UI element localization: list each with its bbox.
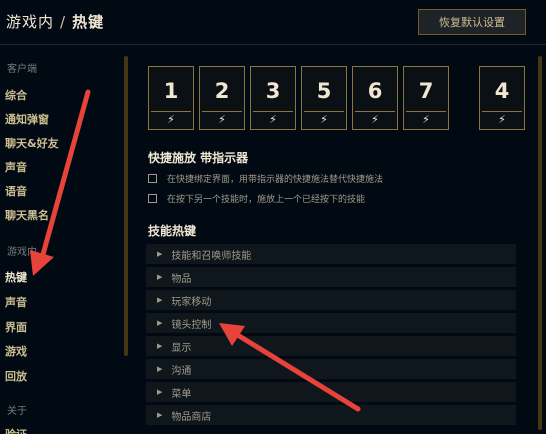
header: 游戏内 / 热键 恢复默认设置 [0, 0, 546, 44]
key-card-2[interactable]: 2 ⚡︎ [199, 66, 245, 130]
breadcrumb-section: 游戏内 [6, 13, 55, 31]
sidebar-section-ingame: 游戏内 [7, 247, 37, 258]
caret-right-icon: ▶ [157, 319, 163, 327]
key-card-6[interactable]: 6 ⚡︎ [352, 66, 398, 130]
key-label: 4 [494, 79, 510, 103]
caret-right-icon: ▶ [157, 365, 163, 373]
category-label: 镜头控制 [171, 319, 212, 331]
sidebar-item-interface[interactable]: 界面 [5, 319, 27, 335]
sidebar-item-game[interactable]: 游戏 [5, 343, 27, 359]
card-divider [151, 111, 191, 112]
sidebar-item-replay[interactable]: 回放 [5, 368, 27, 384]
key-label: 6 [367, 79, 383, 103]
key-label: 5 [316, 79, 332, 103]
category-label: 物品商店 [171, 411, 212, 423]
restore-defaults-button[interactable]: 恢复默认设置 [418, 9, 526, 35]
caret-right-icon: ▶ [157, 250, 163, 258]
sidebar-item-notifications[interactable]: 通知弹窗 [5, 111, 49, 127]
lightning-bolt-icon: ⚡︎ [167, 113, 175, 126]
caret-right-icon: ▶ [157, 388, 163, 396]
category-item-shop[interactable]: ▶ 物品商店 [146, 405, 516, 425]
key-label: 7 [418, 79, 434, 103]
sidebar-item-hotkeys[interactable]: 热键 [5, 269, 27, 285]
key-card-7[interactable]: 7 ⚡︎ [403, 66, 449, 130]
category-label: 沟通 [171, 365, 192, 377]
card-divider [253, 111, 293, 112]
category-player-movement[interactable]: ▶ 玩家移动 [146, 290, 516, 310]
quickcast-section-title: 快捷施放 带指示器 [148, 151, 249, 165]
sidebar-item-verify[interactable]: 验证 [5, 426, 27, 434]
key-label: 2 [214, 79, 230, 103]
card-divider [304, 111, 344, 112]
card-divider [406, 111, 446, 112]
lightning-bolt-icon: ⚡︎ [218, 113, 226, 126]
card-divider [202, 111, 242, 112]
quickcast-option-1[interactable]: 在快捷绑定界面，用带指示器的快捷施法替代快捷施法 [148, 171, 383, 185]
card-divider [355, 111, 395, 112]
quickcast-option-2[interactable]: 在按下另一个技能时，施放上一个已经按下的技能 [148, 191, 365, 205]
sidebar-item-block-list[interactable]: 聊天黑名 [5, 207, 49, 223]
breadcrumb-current: 热键 [72, 13, 105, 31]
sidebar-scrollbar[interactable] [124, 56, 128, 356]
category-label: 玩家移动 [171, 296, 212, 308]
key-label: 3 [265, 79, 281, 103]
category-items[interactable]: ▶ 物品 [146, 267, 516, 287]
checkbox-label: 在快捷绑定界面，用带指示器的快捷施法替代快捷施法 [167, 174, 384, 185]
key-card-3[interactable]: 3 ⚡︎ [250, 66, 296, 130]
sidebar-item-general[interactable]: 综合 [5, 87, 27, 103]
breadcrumb: 游戏内 / 热键 [6, 11, 104, 32]
caret-right-icon: ▶ [157, 273, 163, 281]
sidebar-item-sound[interactable]: 声音 [5, 159, 27, 175]
checkbox-label: 在按下另一个技能时，施放上一个已经按下的技能 [167, 194, 366, 205]
category-label: 技能和召唤师技能 [171, 250, 252, 262]
category-abilities-summoner[interactable]: ▶ 技能和召唤师技能 [146, 244, 516, 264]
sidebar-item-ingame-sound[interactable]: 声音 [5, 294, 27, 310]
category-label: 菜单 [171, 388, 192, 400]
content-scrollbar[interactable] [538, 56, 542, 430]
lightning-bolt-icon: ⚡︎ [498, 113, 506, 126]
category-label: 物品 [171, 273, 192, 285]
sidebar-item-chat-friends[interactable]: 聊天&好友 [5, 135, 59, 151]
sidebar-section-about: 关于 [7, 406, 27, 417]
checkbox[interactable] [148, 193, 157, 203]
checkbox[interactable] [148, 173, 157, 183]
settings-window: 游戏内 / 热键 恢复默认设置 客户端 综合 通知弹窗 聊天&好友 声音 语音 聊天… [0, 0, 546, 434]
sidebar-item-voice[interactable]: 语音 [5, 183, 27, 199]
key-label: 1 [163, 79, 179, 103]
ability-hotkeys-title: 技能热键 [148, 224, 197, 238]
lightning-bolt-icon: ⚡︎ [269, 113, 277, 126]
category-communication[interactable]: ▶ 沟通 [146, 359, 516, 379]
key-card-5[interactable]: 5 ⚡︎ [301, 66, 347, 130]
lightning-bolt-icon: ⚡︎ [422, 113, 430, 126]
sidebar-section-client: 客户端 [7, 64, 37, 75]
category-label: 显示 [171, 342, 192, 354]
caret-right-icon: ▶ [157, 411, 163, 419]
breadcrumb-separator: / [60, 13, 67, 31]
category-camera-control[interactable]: ▶ 镜头控制 [146, 313, 516, 333]
lightning-bolt-icon: ⚡︎ [371, 113, 379, 126]
lightning-bolt-icon: ⚡︎ [320, 113, 328, 126]
card-divider [482, 111, 522, 112]
category-display[interactable]: ▶ 显示 [146, 336, 516, 356]
category-menu[interactable]: ▶ 菜单 [146, 382, 516, 402]
caret-right-icon: ▶ [157, 342, 163, 350]
caret-right-icon: ▶ [157, 296, 163, 304]
key-card-4[interactable]: 4 ⚡︎ [479, 66, 525, 130]
key-card-1[interactable]: 1 ⚡︎ [148, 66, 194, 130]
